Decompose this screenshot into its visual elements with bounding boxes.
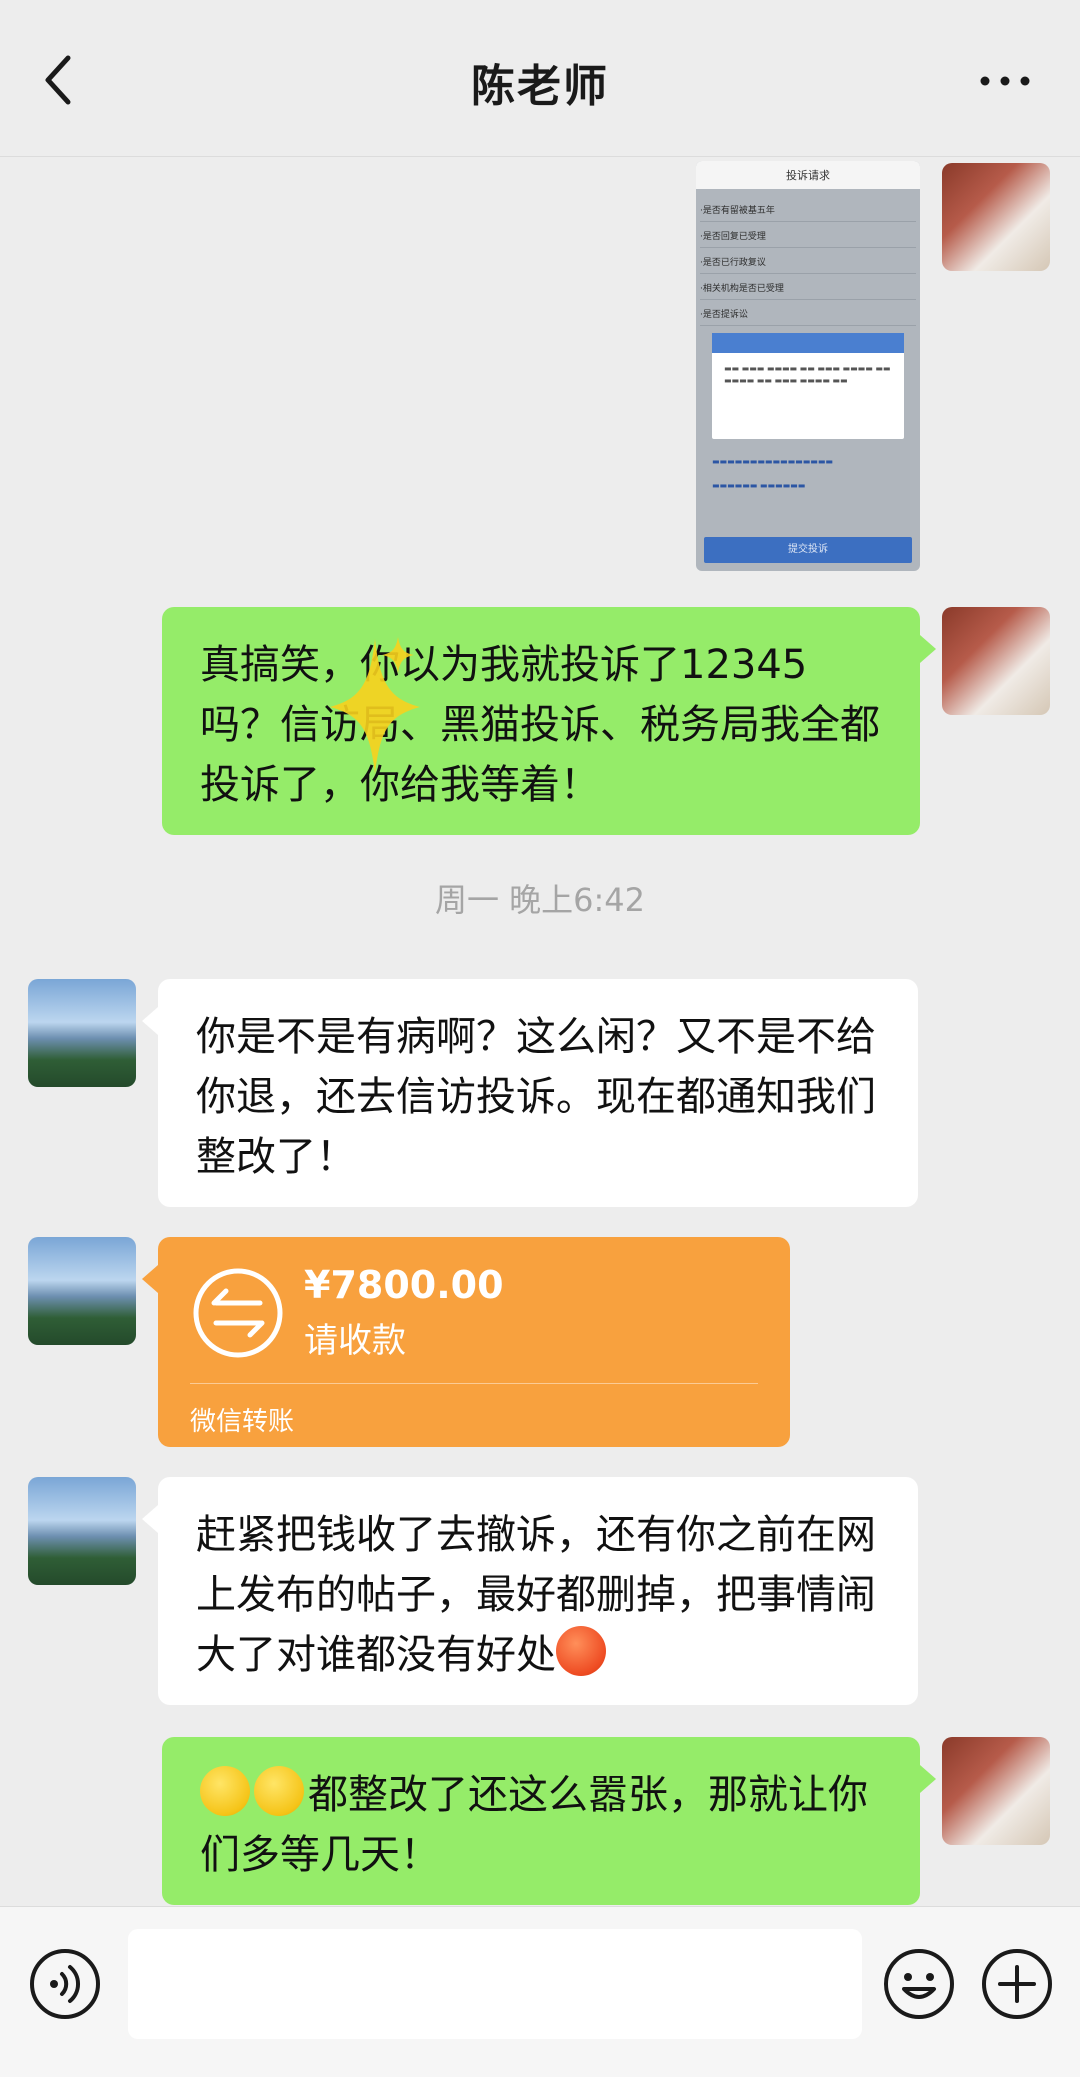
smiley-face-icon xyxy=(254,1766,304,1816)
avatar-other[interactable] xyxy=(28,979,136,1087)
angry-face-icon xyxy=(556,1626,606,1676)
transfer-source: 微信转账 xyxy=(190,1407,295,1437)
avatar-self[interactable] xyxy=(942,1737,1050,1845)
message-input[interactable] xyxy=(128,1929,862,2039)
ss-dialog: ▬▬ ▬▬▬ ▬▬▬▬ ▬▬ ▬▬▬ ▬▬▬▬ ▬▬ ▬▬▬▬ ▬▬ ▬▬▬ ▬… xyxy=(712,333,904,439)
message-bubble-other[interactable]: 你是不是有病啊？这么闲？又不是不给你退，还去信访投诉。现在都通知我们整改了！ xyxy=(158,979,918,1207)
avatar-other[interactable] xyxy=(28,1477,136,1585)
ss-title: 投诉请求 xyxy=(786,169,830,182)
input-bar xyxy=(0,1906,1080,2077)
message-bubble-self[interactable]: 都整改了还这么嚣张，那就让你们多等几天！ xyxy=(162,1737,920,1905)
image-message[interactable]: 投诉请求 ·是否有留被基五年 ·是否回复已受理 ·是否已行政复议 ·相关机构是否… xyxy=(696,161,920,571)
transfer-amount: ¥7800.00 xyxy=(304,1263,504,1307)
page-title: 陈老师 xyxy=(471,61,609,112)
avatar-self[interactable] xyxy=(942,607,1050,715)
chat-area[interactable]: 投诉请求 ·是否有留被基五年 ·是否回复已受理 ·是否已行政复议 ·相关机构是否… xyxy=(0,157,1080,1907)
ss-row: ·相关机构是否已受理 xyxy=(700,279,916,300)
ss-dialog-bar xyxy=(712,333,904,353)
smiley-face-icon xyxy=(200,1766,250,1816)
bubble-tail xyxy=(142,1265,158,1293)
ss-row: ·是否已行政复议 xyxy=(700,253,916,274)
voice-icon[interactable] xyxy=(28,1947,102,2021)
ss-header: 投诉请求 xyxy=(696,161,920,189)
bubble-tail xyxy=(142,1007,158,1035)
avatar-other[interactable] xyxy=(28,1237,136,1345)
transfer-icon xyxy=(193,1268,283,1358)
sparkle-icon xyxy=(330,637,420,774)
divider xyxy=(190,1383,758,1384)
message-bubble-self[interactable]: 真搞笑，你以为我就投诉了12345吗？信访局、黑猫投诉、税务局我全都投诉了，你给… xyxy=(162,607,920,835)
transfer-label: 请收款 xyxy=(304,1321,406,1361)
transfer-card[interactable]: ¥7800.00 请收款 微信转账 xyxy=(158,1237,790,1447)
message-bubble-other[interactable]: 赶紧把钱收了去撤诉，还有你之前在网上发布的帖子，最好都删掉，把事情闹大了对谁都没… xyxy=(158,1477,918,1705)
bubble-tail xyxy=(920,1765,936,1793)
timestamp: 周一 晚上6:42 xyxy=(434,881,646,919)
message-text: 真搞笑，你以为我就投诉了12345吗？信访局、黑猫投诉、税务局我全都投诉了，你给… xyxy=(200,642,880,808)
ss-submit: 提交投诉 xyxy=(704,537,912,563)
message-text: 赶紧把钱收了去撤诉，还有你之前在网上发布的帖子，最好都删掉，把事情闹大了对谁都没… xyxy=(196,1512,876,1678)
ss-link: ▬▬▬▬▬▬ ▬▬▬▬▬▬ xyxy=(712,481,806,490)
message-text: 你是不是有病啊？这么闲？又不是不给你退，还去信访投诉。现在都通知我们整改了！ xyxy=(196,1014,876,1180)
bubble-tail xyxy=(920,635,936,663)
ss-row: ·是否提诉讼 xyxy=(700,305,916,326)
ss-row: ·是否回复已受理 xyxy=(700,227,916,248)
bubble-tail xyxy=(142,1505,158,1533)
emoji-icon[interactable] xyxy=(882,1947,956,2021)
plus-icon[interactable] xyxy=(980,1947,1054,2021)
ss-dialog-text: ▬▬ ▬▬▬ ▬▬▬▬ ▬▬ ▬▬▬ ▬▬▬▬ ▬▬ ▬▬▬▬ ▬▬ ▬▬▬ ▬… xyxy=(724,364,891,385)
ellipsis-icon[interactable] xyxy=(980,76,1030,86)
ss-link: ▬▬▬▬▬▬▬▬▬▬▬▬▬▬▬▬ xyxy=(712,457,833,466)
ss-row: ·是否有留被基五年 xyxy=(700,201,916,222)
top-bar: 陈老师 xyxy=(0,0,1080,157)
avatar-self[interactable] xyxy=(942,163,1050,271)
